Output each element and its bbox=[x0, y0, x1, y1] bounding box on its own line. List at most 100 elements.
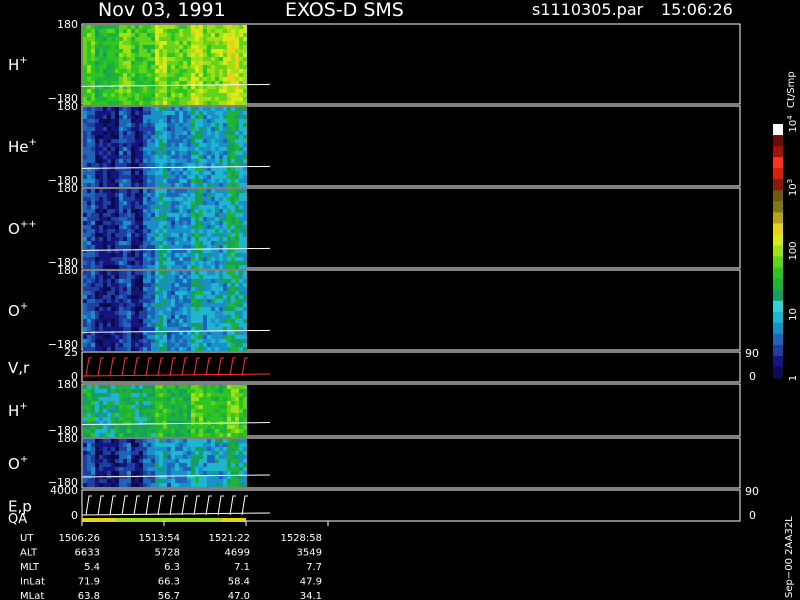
spectrogram-cell bbox=[215, 175, 219, 179]
spectrogram-cell bbox=[215, 29, 219, 33]
spectrogram-cell bbox=[131, 209, 135, 213]
spectrogram-cell bbox=[187, 459, 191, 463]
spectrogram-cell bbox=[87, 343, 91, 347]
spectrogram-cell bbox=[171, 217, 175, 221]
spectrogram-cell bbox=[175, 193, 179, 197]
spectrogram-cell bbox=[139, 143, 143, 147]
spectrogram-cell bbox=[207, 85, 211, 89]
spectrogram-cell bbox=[143, 439, 147, 443]
spectrogram-cell bbox=[143, 123, 147, 127]
spectrogram-cell bbox=[91, 295, 95, 299]
spectrogram-cell bbox=[87, 175, 91, 179]
spectrogram-cell bbox=[191, 213, 195, 217]
colorbar-segment bbox=[773, 322, 783, 335]
spectrogram-cell bbox=[219, 155, 223, 159]
spectrogram-cell bbox=[159, 33, 163, 37]
spectrogram-cell bbox=[239, 193, 243, 197]
spectrogram-cell bbox=[127, 451, 131, 455]
spectrogram-cell bbox=[87, 225, 91, 229]
spectrogram-cell bbox=[223, 111, 227, 115]
spectrogram-cell bbox=[143, 81, 147, 85]
spectrogram-cell bbox=[211, 107, 215, 111]
spectrogram-cell bbox=[115, 115, 119, 119]
spectrogram-cell bbox=[159, 409, 163, 413]
spectrogram-cell bbox=[123, 175, 127, 179]
spectrogram-cell bbox=[131, 261, 135, 265]
spectrogram-cell bbox=[243, 429, 247, 433]
spectrogram-cell bbox=[215, 179, 219, 183]
spectrogram-cell bbox=[99, 471, 103, 475]
spectrogram-cell bbox=[203, 217, 207, 221]
spectrogram-cell bbox=[111, 209, 115, 213]
spectrogram-cell bbox=[83, 335, 87, 339]
spectrogram-cell bbox=[87, 393, 91, 397]
spectrogram-cell bbox=[155, 183, 159, 187]
spectrogram-cell bbox=[151, 213, 155, 217]
spectrogram-cell bbox=[99, 393, 103, 397]
spectrogram-cell bbox=[187, 433, 191, 437]
spectrogram-cell bbox=[199, 159, 203, 163]
spectrogram-cell bbox=[103, 111, 107, 115]
spectrogram-cell bbox=[239, 463, 243, 467]
spectrogram-cell bbox=[207, 397, 211, 401]
spectrogram-cell bbox=[131, 271, 135, 275]
spectrogram-cell bbox=[151, 53, 155, 57]
spectrogram-cell bbox=[175, 389, 179, 393]
spectrogram-cell bbox=[151, 455, 155, 459]
spectrogram-cell bbox=[119, 283, 123, 287]
spectrogram-cell bbox=[219, 295, 223, 299]
spectrogram-cell bbox=[167, 41, 171, 45]
spectrogram-cell bbox=[147, 475, 151, 479]
spectrogram-cell bbox=[87, 73, 91, 77]
spectrogram-cell bbox=[131, 409, 135, 413]
spectrogram-cell bbox=[95, 291, 99, 295]
spectrogram-cell bbox=[239, 115, 243, 119]
ephemeris-value: 7.7 bbox=[306, 562, 322, 573]
spectrogram-cell bbox=[239, 49, 243, 53]
spectrogram-cell bbox=[91, 463, 95, 467]
spectrogram-cell bbox=[211, 139, 215, 143]
spectrogram-cell bbox=[115, 327, 119, 331]
spectrogram-cell bbox=[235, 233, 239, 237]
spectrogram-cell bbox=[243, 335, 247, 339]
spectrogram-cell bbox=[143, 69, 147, 73]
spectrogram-cell bbox=[95, 323, 99, 327]
spectrogram-cell bbox=[107, 135, 111, 139]
spectrogram-cell bbox=[187, 229, 191, 233]
spectrogram-cell bbox=[219, 65, 223, 69]
spectrogram-cell bbox=[235, 131, 239, 135]
spectrogram-cell bbox=[83, 213, 87, 217]
spectrogram-cell bbox=[159, 463, 163, 467]
spectrogram-cell bbox=[139, 463, 143, 467]
spectrogram-cell bbox=[155, 307, 159, 311]
spectrogram-cell bbox=[91, 213, 95, 217]
spectrogram-cell bbox=[219, 127, 223, 131]
spectrogram-cell bbox=[87, 233, 91, 237]
spectrogram-cell bbox=[103, 245, 107, 249]
spectrogram-cell bbox=[239, 205, 243, 209]
spectrogram-cell bbox=[227, 279, 231, 283]
spectrogram-cell bbox=[183, 343, 187, 347]
spectrogram-cell bbox=[159, 225, 163, 229]
spectrogram-cell bbox=[103, 303, 107, 307]
spectrogram-cell bbox=[127, 463, 131, 467]
spectrogram-cell bbox=[103, 339, 107, 343]
spectrogram-cell bbox=[143, 183, 147, 187]
spectrogram-cell bbox=[111, 89, 115, 93]
spectrogram-cell bbox=[203, 37, 207, 41]
spectrogram-cell bbox=[243, 29, 247, 33]
spectrogram-cell bbox=[143, 413, 147, 417]
spectrogram-cell bbox=[155, 189, 159, 193]
spectrogram-cell bbox=[239, 443, 243, 447]
spectrogram-cell bbox=[131, 451, 135, 455]
spectrogram-cell bbox=[143, 475, 147, 479]
spectrogram-cell bbox=[95, 417, 99, 421]
spectrogram-cell bbox=[131, 147, 135, 151]
spectrogram-cell bbox=[111, 451, 115, 455]
spectrogram-cell bbox=[123, 287, 127, 291]
spectrogram-cell bbox=[235, 339, 239, 343]
spectrogram-cell bbox=[111, 201, 115, 205]
spectrogram-cell bbox=[187, 409, 191, 413]
spectrogram-cell bbox=[195, 209, 199, 213]
spectrogram-cell bbox=[131, 245, 135, 249]
